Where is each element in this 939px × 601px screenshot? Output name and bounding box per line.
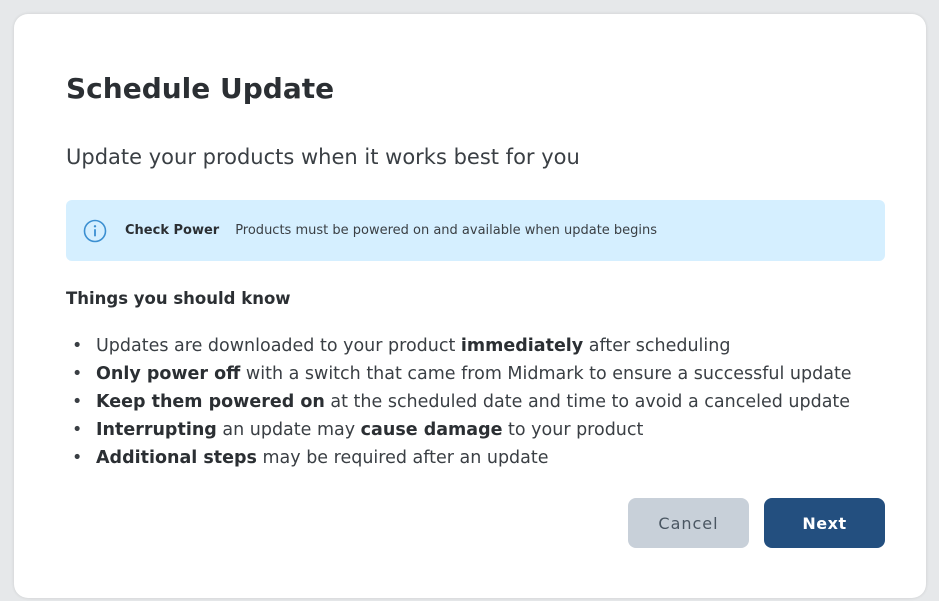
schedule-update-dialog: Schedule Update Update your products whe… [14,14,926,598]
next-button[interactable]: Next [764,498,885,548]
list-item-text: to your product [502,420,644,440]
things-to-know-heading: Things you should know [66,289,291,308]
list-item-text: cause damage [360,420,503,440]
check-power-notice: Check Power Products must be powered on … [66,200,885,261]
list-item-text: with a switch that came from Midmark to … [240,364,852,384]
list-item-text: at the scheduled date and time to avoid … [324,392,851,412]
list-item-text: Interrupting [96,420,217,440]
notice-text: Products must be powered on and availabl… [235,223,658,238]
bullet-icon: • [72,392,83,412]
bullet-icon: • [72,364,83,384]
list-item-text: Only power off [96,364,241,384]
list-item-text: Keep them powered on [96,392,325,412]
info-icon [83,219,107,243]
list-item-text: after scheduling [583,336,731,356]
bullet-icon: • [72,448,83,468]
notice-title: Check Power [125,223,220,238]
things-to-know-list: • Updates are downloaded to your product … [72,332,852,472]
bullet-icon: • [72,420,83,440]
list-item: • Updates are downloaded to your product … [72,332,852,360]
bullet-icon: • [72,336,83,356]
list-item-text: immediately [460,336,584,356]
list-item: • Interrupting an update may cause damage… [72,416,852,444]
list-item-text: an update may [216,420,361,440]
cancel-button[interactable]: Cancel [628,498,749,548]
list-item: • Keep them powered on at the scheduled d… [72,388,852,416]
list-item-text: Updates are downloaded to your product [96,336,461,356]
dialog-subtitle: Update your products when it works best … [66,145,580,169]
list-item: • Only power off with a switch that came … [72,360,852,388]
dialog-title: Schedule Update [66,72,335,105]
list-item-text: Additional steps [96,448,257,468]
list-item: • Additional steps may be required after … [72,444,852,472]
list-item-text: may be required after an update [256,448,549,468]
